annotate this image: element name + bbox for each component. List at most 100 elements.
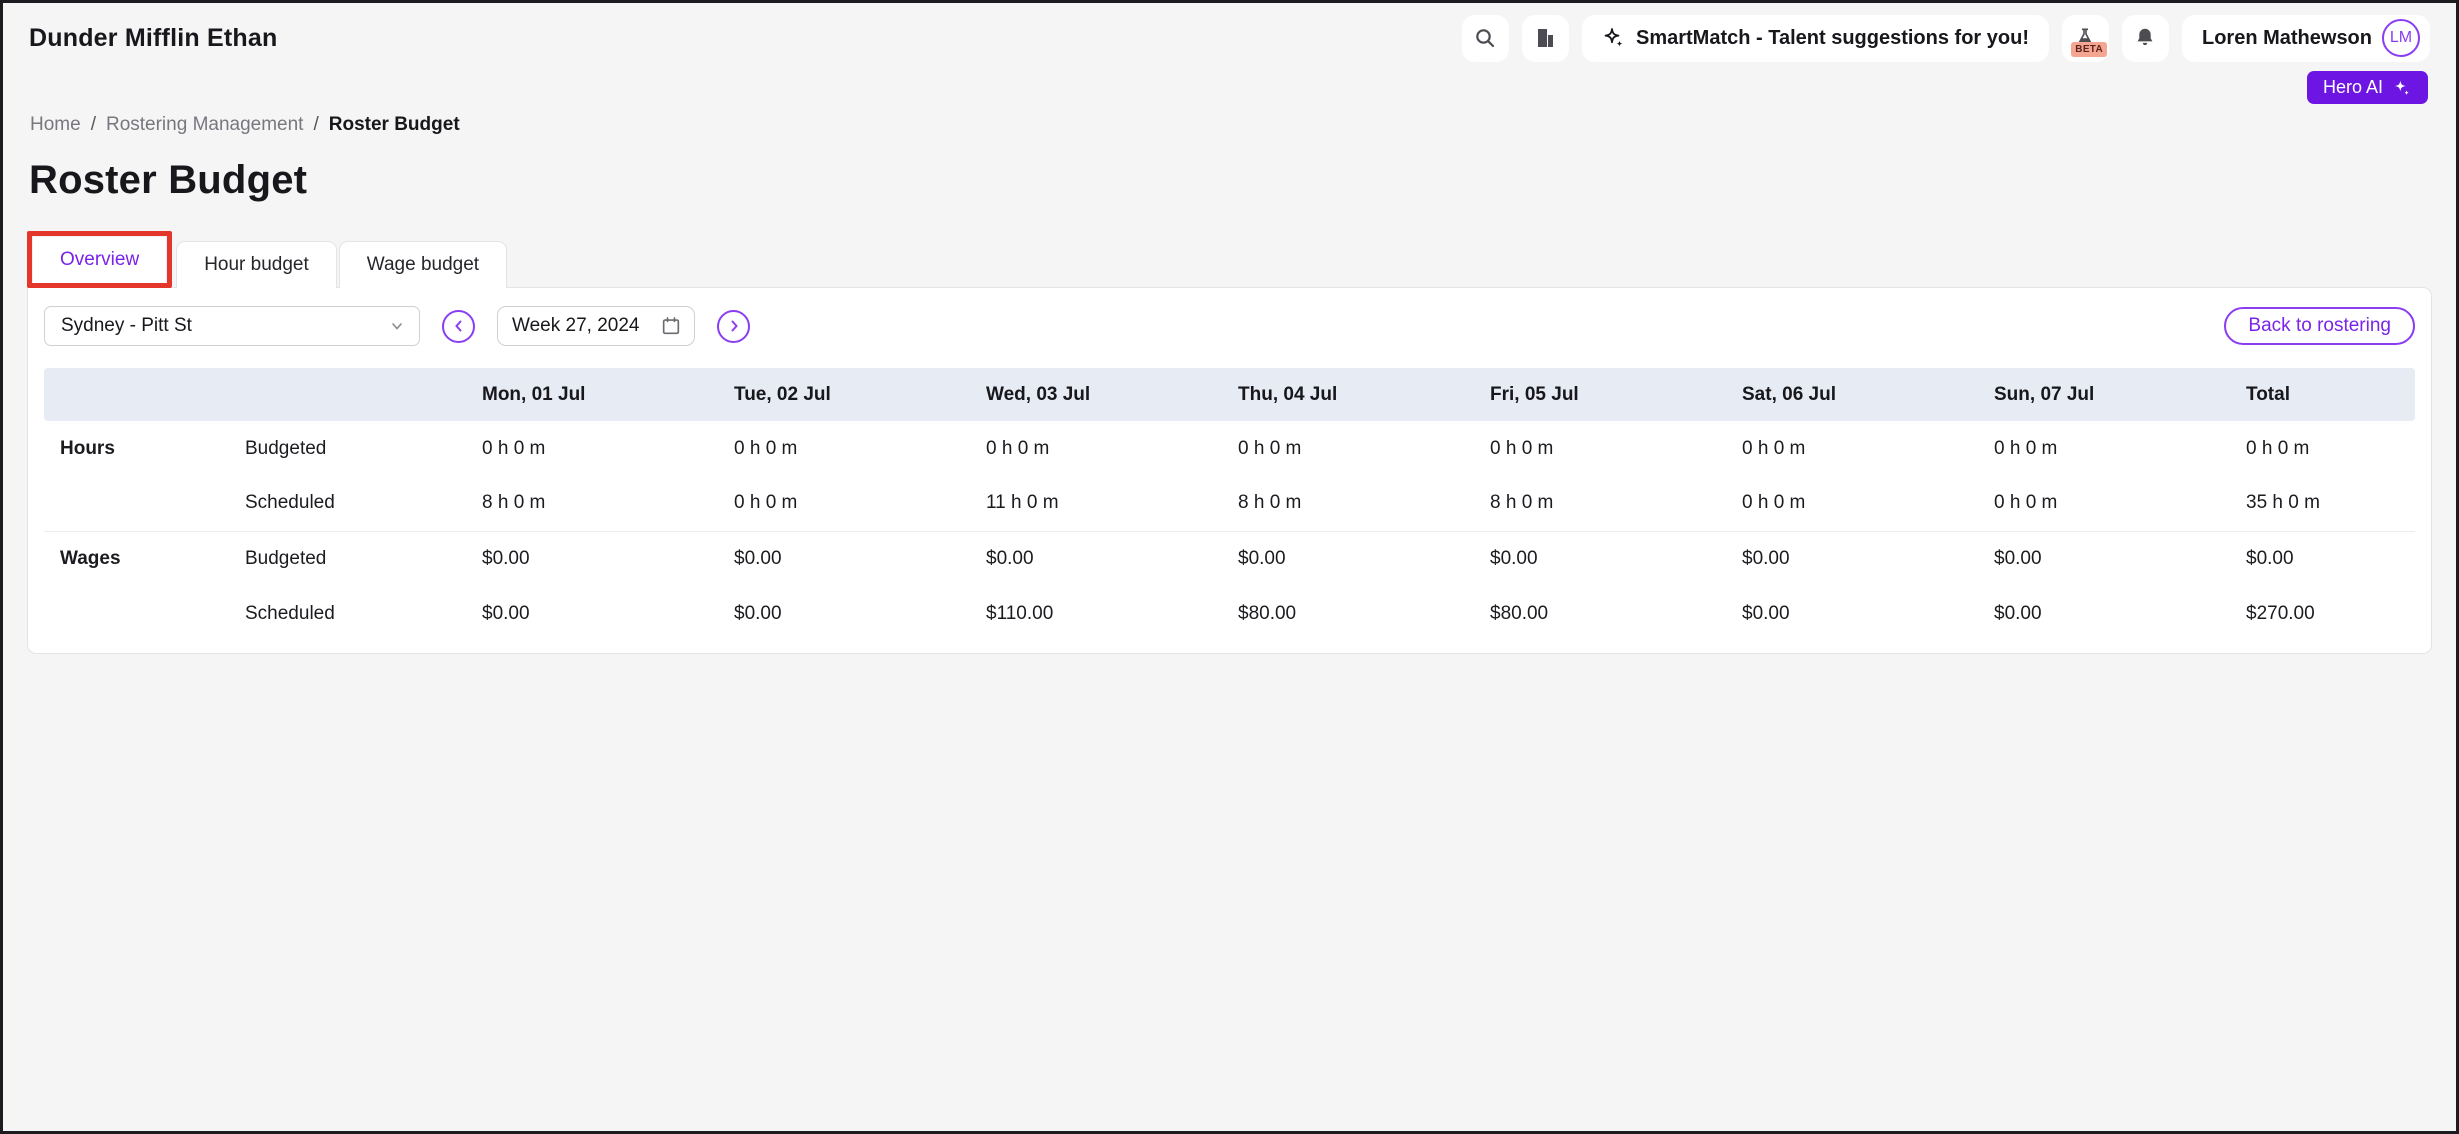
cell: $0.00 <box>1726 586 1978 641</box>
row-type-label: Budgeted <box>229 421 466 476</box>
cell: $0.00 <box>1474 531 1726 586</box>
row-type-label: Scheduled <box>229 476 466 531</box>
header-total: Total <box>2230 368 2415 421</box>
content-panel: Sydney - Pitt St Week 27, 2024 <box>27 287 2432 654</box>
smartmatch-label: SmartMatch - Talent suggestions for you! <box>1636 27 2029 50</box>
cell: 11 h 0 m <box>970 476 1222 531</box>
sparkle-icon <box>2392 78 2412 98</box>
header-sun: Sun, 07 Jul <box>1978 368 2230 421</box>
breadcrumb-home[interactable]: Home <box>30 114 81 136</box>
next-week-button[interactable] <box>717 310 750 343</box>
annotation-highlight-box: Overview <box>27 231 172 288</box>
company-switcher-button[interactable] <box>1522 15 1569 62</box>
hero-ai-label: Hero AI <box>2323 77 2383 98</box>
tab-hour-budget[interactable]: Hour budget <box>176 241 337 288</box>
cell: 0 h 0 m <box>1726 476 1978 531</box>
cell: $0.00 <box>1978 586 2230 641</box>
cell: 8 h 0 m <box>466 476 718 531</box>
header-blank <box>44 368 229 421</box>
cell: 0 h 0 m <box>1726 421 1978 476</box>
sparkle-icon <box>1602 26 1626 50</box>
cell: 0 h 0 m <box>970 421 1222 476</box>
cell: 0 h 0 m <box>466 421 718 476</box>
filter-row: Sydney - Pitt St Week 27, 2024 <box>44 302 2415 346</box>
table-row-hours-budgeted: Hours Budgeted 0 h 0 m 0 h 0 m 0 h 0 m 0… <box>44 421 2415 476</box>
cell: $110.00 <box>970 586 1222 641</box>
cell: 0 h 0 m <box>718 421 970 476</box>
cell: 0 h 0 m <box>1474 421 1726 476</box>
search-button[interactable] <box>1462 15 1509 62</box>
cell: $0.00 <box>1726 531 1978 586</box>
topbar-actions: SmartMatch - Talent suggestions for you!… <box>1462 15 2430 62</box>
cell: 0 h 0 m <box>1978 476 2230 531</box>
breadcrumb-current: Roster Budget <box>329 114 460 136</box>
cell: 0 h 0 m <box>718 476 970 531</box>
table-row-wages-scheduled: Scheduled $0.00 $0.00 $110.00 $80.00 $80… <box>44 586 2415 641</box>
cell-total: 35 h 0 m <box>2230 476 2415 531</box>
bell-icon <box>2133 26 2157 50</box>
tab-overview[interactable]: Overview <box>32 236 167 283</box>
location-select[interactable]: Sydney - Pitt St <box>44 306 420 346</box>
app-window: Dunder Mifflin Ethan <box>0 0 2459 1134</box>
cell: 8 h 0 m <box>1474 476 1726 531</box>
roster-budget-table: Mon, 01 Jul Tue, 02 Jul Wed, 03 Jul Thu,… <box>44 368 2415 641</box>
cell: $80.00 <box>1222 586 1474 641</box>
cell: 0 h 0 m <box>1978 421 2230 476</box>
breadcrumb-separator: / <box>91 114 96 136</box>
header-blank <box>229 368 466 421</box>
header-mon: Mon, 01 Jul <box>466 368 718 421</box>
cell: $0.00 <box>1978 531 2230 586</box>
cell: $0.00 <box>466 586 718 641</box>
table-row-wages-budgeted: Wages Budgeted $0.00 $0.00 $0.00 $0.00 $… <box>44 531 2415 586</box>
top-bar: Dunder Mifflin Ethan <box>3 3 2456 65</box>
tab-wage-budget[interactable]: Wage budget <box>339 241 507 288</box>
org-name: Dunder Mifflin Ethan <box>29 24 277 53</box>
table-row-hours-scheduled: Scheduled 8 h 0 m 0 h 0 m 11 h 0 m 8 h 0… <box>44 476 2415 531</box>
chevron-down-icon <box>389 318 405 334</box>
breadcrumb-separator: / <box>313 114 318 136</box>
building-icon <box>1533 26 1557 50</box>
breadcrumb: Home / Rostering Management / Roster Bud… <box>3 104 2456 136</box>
cell: $0.00 <box>718 586 970 641</box>
cell: $0.00 <box>718 531 970 586</box>
row-group-label <box>44 586 229 641</box>
header-wed: Wed, 03 Jul <box>970 368 1222 421</box>
avatar: LM <box>2382 19 2420 57</box>
cell: $0.00 <box>466 531 718 586</box>
cell: $0.00 <box>970 531 1222 586</box>
cell: $80.00 <box>1474 586 1726 641</box>
previous-week-button[interactable] <box>442 310 475 343</box>
calendar-icon <box>660 315 682 337</box>
header-tue: Tue, 02 Jul <box>718 368 970 421</box>
week-picker-value: Week 27, 2024 <box>512 315 639 337</box>
breadcrumb-rostering-management[interactable]: Rostering Management <box>106 114 304 136</box>
row-group-label: Wages <box>44 531 229 586</box>
labs-button[interactable]: BETA <box>2062 15 2109 62</box>
row-group-label <box>44 476 229 531</box>
notifications-button[interactable] <box>2122 15 2169 62</box>
header-thu: Thu, 04 Jul <box>1222 368 1474 421</box>
back-to-rostering-button[interactable]: Back to rostering <box>2224 307 2415 345</box>
location-select-value: Sydney - Pitt St <box>61 315 192 337</box>
table-header-row: Mon, 01 Jul Tue, 02 Jul Wed, 03 Jul Thu,… <box>44 368 2415 421</box>
cell: 0 h 0 m <box>1222 421 1474 476</box>
chevron-right-icon <box>726 318 742 334</box>
beta-badge: BETA <box>2071 42 2107 57</box>
week-picker-input[interactable]: Week 27, 2024 <box>497 306 695 346</box>
cell-total: 0 h 0 m <box>2230 421 2415 476</box>
cell: 8 h 0 m <box>1222 476 1474 531</box>
tab-bar: Overview Hour budget Wage budget <box>27 231 2432 288</box>
hero-ai-button[interactable]: Hero AI <box>2307 71 2428 104</box>
smartmatch-button[interactable]: SmartMatch - Talent suggestions for you! <box>1582 15 2049 62</box>
header-sat: Sat, 06 Jul <box>1726 368 1978 421</box>
hero-ai-row: Hero AI <box>3 65 2456 104</box>
cell-total: $270.00 <box>2230 586 2415 641</box>
cell-total: $0.00 <box>2230 531 2415 586</box>
row-type-label: Scheduled <box>229 586 466 641</box>
row-type-label: Budgeted <box>229 531 466 586</box>
search-icon <box>1473 26 1497 50</box>
row-group-label: Hours <box>44 421 229 476</box>
user-menu-button[interactable]: Loren Mathewson LM <box>2182 15 2430 62</box>
header-fri: Fri, 05 Jul <box>1474 368 1726 421</box>
user-name: Loren Mathewson <box>2202 27 2372 50</box>
